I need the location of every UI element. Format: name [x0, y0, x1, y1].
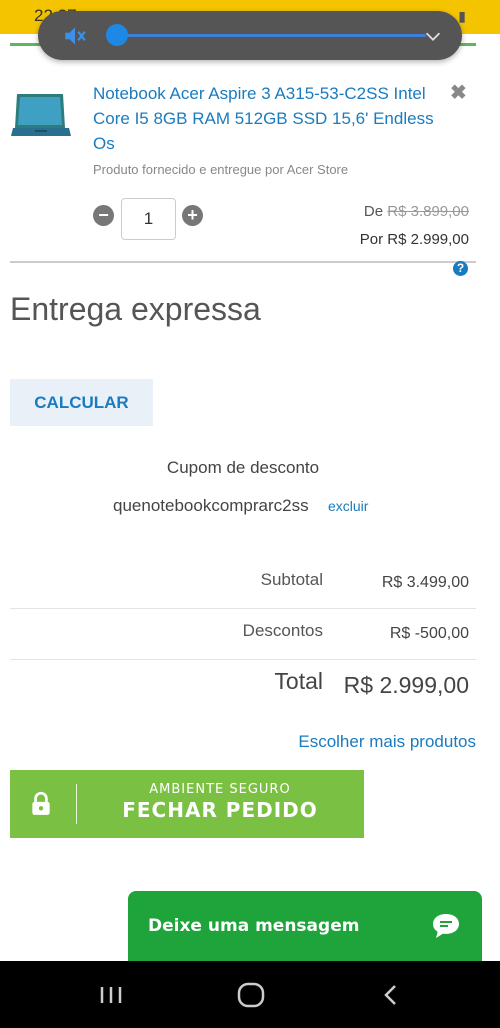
calculate-button[interactable]: CALCULAR: [10, 379, 153, 426]
plus-icon[interactable]: +: [182, 205, 203, 226]
old-price-prefix: De: [363, 203, 384, 220]
checkout-separator: [76, 784, 77, 824]
volume-overlay[interactable]: [38, 11, 462, 60]
discounts-label: Descontos: [242, 621, 323, 640]
subtotal-value: R$ 3.499,00: [381, 574, 469, 591]
shipping-title: Entrega expressa: [10, 291, 261, 327]
volume-slider-knob[interactable]: [106, 24, 128, 46]
product-image[interactable]: [11, 92, 71, 142]
minus-icon[interactable]: −: [93, 205, 114, 226]
back-icon[interactable]: [376, 981, 406, 1009]
home-icon[interactable]: [236, 981, 266, 1009]
checkout-label: FECHAR PEDIDO: [122, 798, 318, 822]
coupon-code: quenotebookcomprarc2ss: [113, 496, 309, 515]
chevron-down-icon[interactable]: [422, 25, 444, 47]
subtotal-label: Subtotal: [260, 570, 323, 589]
more-products-link[interactable]: Escolher mais produtos: [298, 732, 476, 752]
total-label: Total: [274, 668, 323, 694]
chat-label: Deixe uma mensagem: [148, 916, 360, 936]
product-vendor: Produto fornecido e entregue por Acer St…: [93, 162, 349, 177]
old-price-value: R$ 3.899,00: [387, 203, 469, 220]
help-icon[interactable]: ?: [453, 261, 468, 276]
checkout-button[interactable]: AMBIENTE SEGURO FECHAR PEDIDO: [10, 770, 364, 838]
discounts-value: R$ -500,00: [389, 625, 469, 642]
recents-icon[interactable]: [96, 981, 126, 1009]
summary-divider: [10, 608, 476, 609]
chat-bubble-icon: [433, 914, 459, 938]
volume-track[interactable]: [118, 34, 426, 37]
old-price: De R$ 3.899,00: [364, 203, 469, 220]
volume-mute-icon[interactable]: [62, 23, 88, 49]
android-nav-bar: [0, 961, 500, 1028]
close-icon[interactable]: ✖: [450, 80, 467, 105]
product-title[interactable]: Notebook Acer Aspire 3 A315-53-C2SS Inte…: [93, 81, 448, 156]
coupon-label: Cupom de desconto: [166, 458, 320, 477]
total-value: R$ 2.999,00: [343, 672, 469, 698]
lock-icon: [32, 791, 50, 815]
coupon-remove-link[interactable]: excluir: [328, 498, 368, 514]
summary-divider: [10, 659, 476, 660]
secure-label: AMBIENTE SEGURO: [149, 782, 291, 797]
quantity-field[interactable]: 1: [121, 198, 176, 240]
section-divider: [10, 261, 476, 263]
chat-button[interactable]: Deixe uma mensagem: [128, 891, 482, 963]
new-price: Por R$ 2.999,00: [359, 231, 469, 248]
